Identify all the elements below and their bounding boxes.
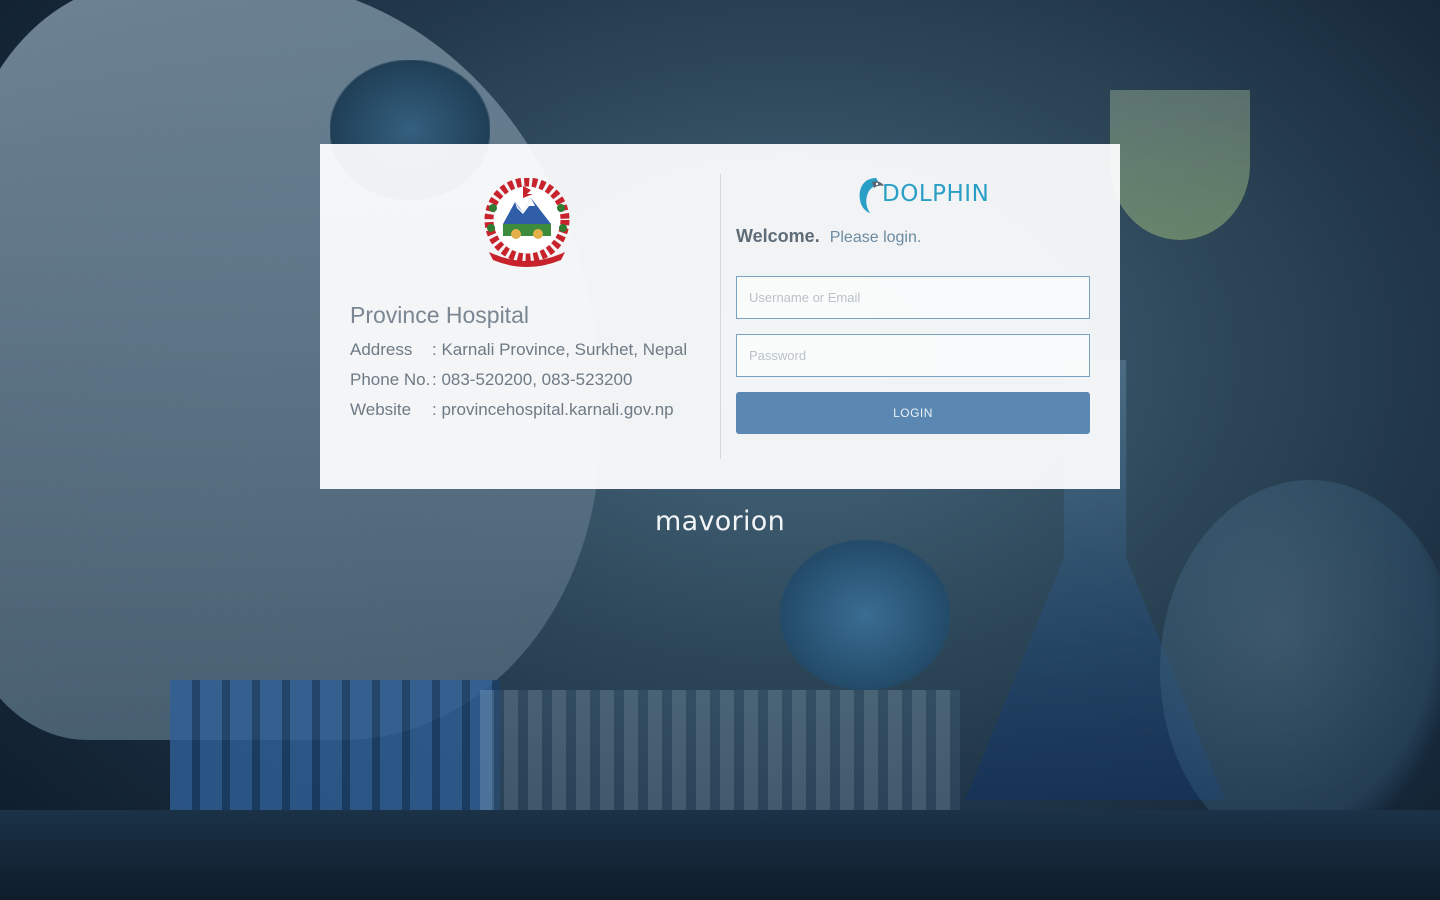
address-value: : Karnali Province, Surkhet, Nepal	[432, 340, 688, 359]
phone-row: Phone No.: 083-520200, 083-523200	[350, 370, 632, 390]
password-input[interactable]	[736, 334, 1090, 377]
login-panel: DOLPHIN Welcome. Please login. LOGIN	[736, 144, 1090, 489]
brand-name: DOLPHIN	[882, 181, 990, 207]
address-row: Address : Karnali Province, Surkhet, Nepa…	[350, 340, 687, 360]
nepal-emblem-icon	[484, 178, 570, 267]
username-input[interactable]	[736, 276, 1090, 319]
tube-rack-shape	[480, 690, 960, 820]
welcome-message: Welcome. Please login.	[736, 226, 921, 247]
hospital-info-panel: Province Hospital Address : Karnali Provi…	[320, 144, 720, 489]
mavorion-logo: mavorion	[655, 506, 785, 537]
website-row: Website : provincehospital.karnali.gov.np	[350, 400, 674, 420]
login-card: Province Hospital Address : Karnali Provi…	[320, 144, 1120, 489]
round-flask-shape	[1160, 480, 1440, 860]
bench-shape	[0, 810, 1440, 900]
address-label: Address	[350, 340, 413, 359]
hospital-name: Province Hospital	[350, 302, 529, 328]
phone-value: : 083-520200, 083-523200	[432, 370, 633, 389]
glove-shape-lower	[780, 540, 950, 690]
panel-divider	[720, 174, 721, 459]
glassware-shape	[1110, 90, 1250, 240]
welcome-title: Welcome.	[736, 226, 820, 246]
phone-label: Phone No.	[350, 370, 431, 389]
welcome-subtitle: Please login.	[829, 229, 922, 246]
dolphin-logo: DOLPHIN	[856, 174, 989, 214]
login-button[interactable]: LOGIN	[736, 392, 1090, 434]
tube-tray-shape	[170, 680, 500, 820]
website-value: : provincehospital.karnali.gov.np	[432, 400, 674, 419]
website-label: Website	[350, 400, 412, 419]
